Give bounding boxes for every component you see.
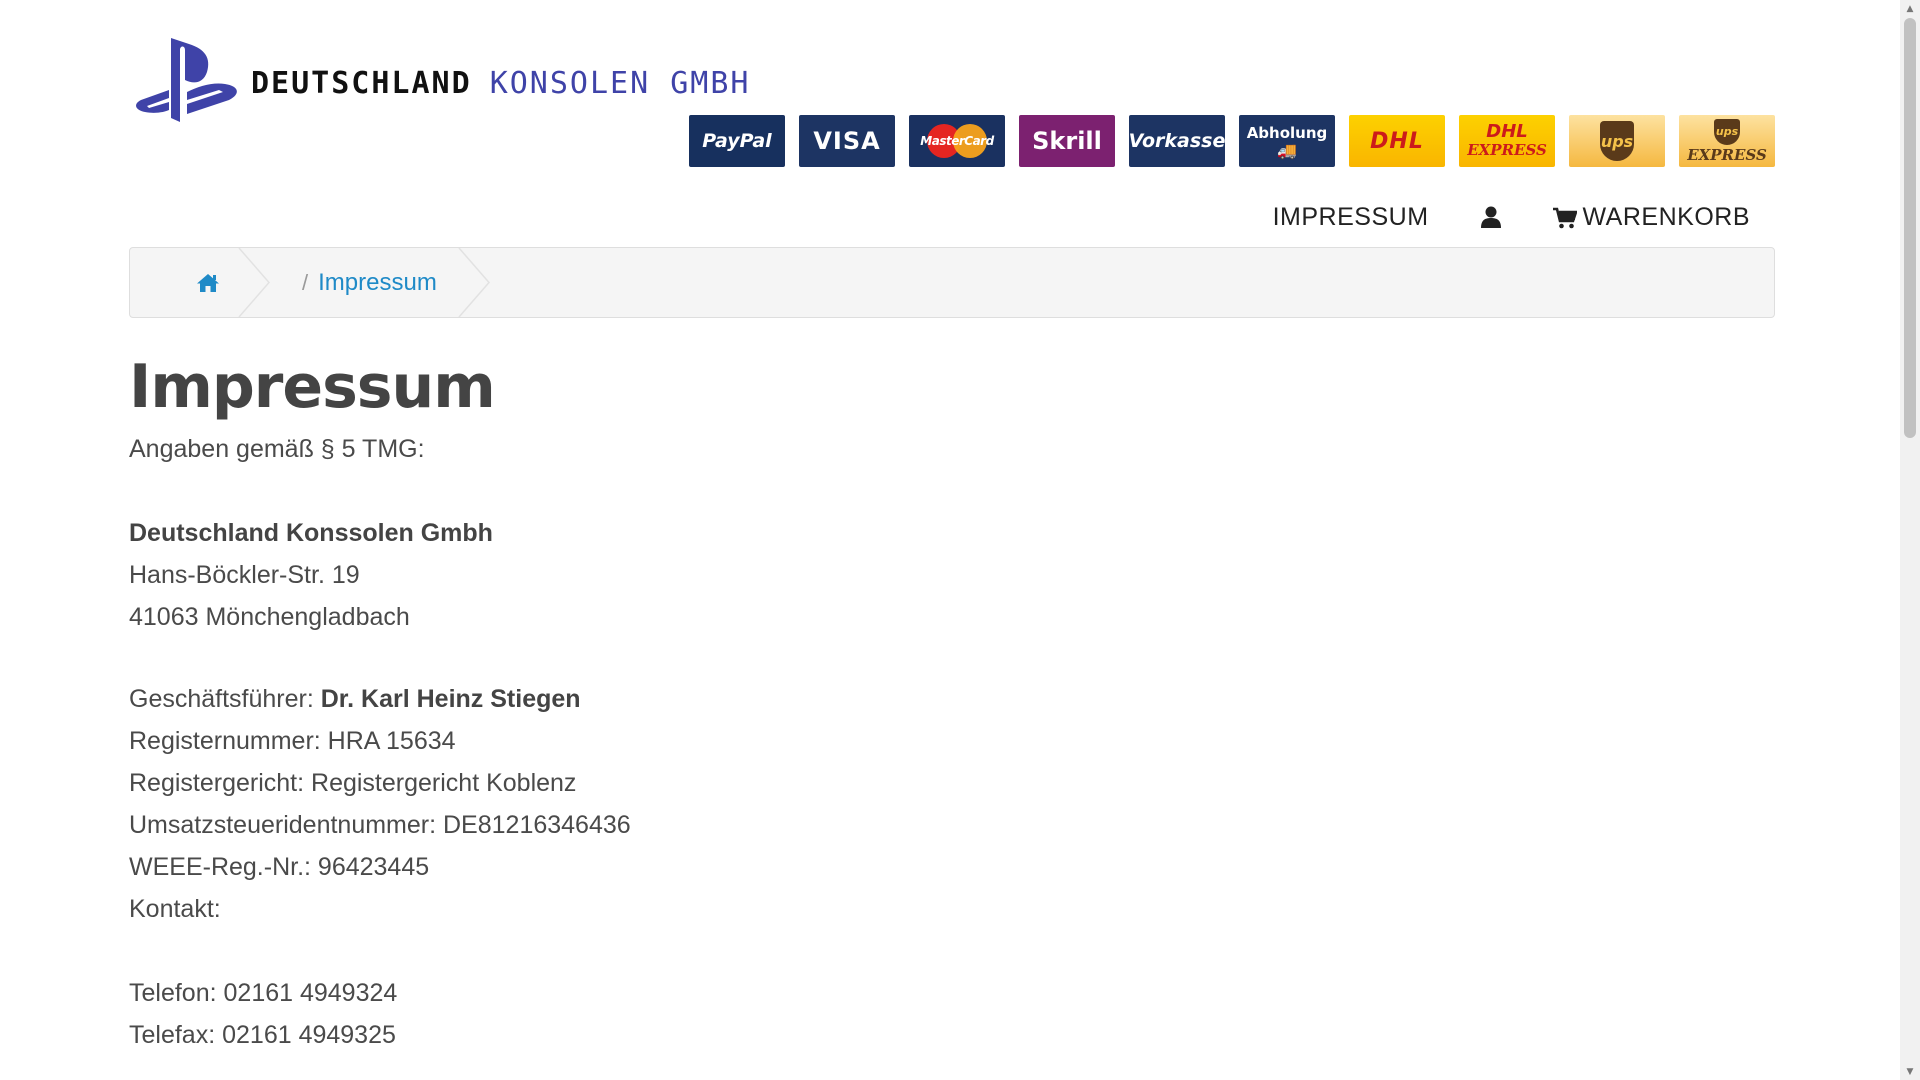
user-icon	[1480, 206, 1501, 228]
paypal-badge: PayPal	[689, 115, 785, 167]
cart-label: WARENKORB	[1582, 203, 1750, 231]
ceo-label: Geschäftsführer:	[129, 685, 321, 713]
city-address: 41063 Mönchengladbach	[129, 603, 410, 631]
page-title: Impressum	[129, 352, 496, 422]
home-icon	[197, 273, 219, 292]
skrill-badge: Skrill	[1019, 115, 1115, 167]
abholung-badge: Abholung 🚚	[1239, 115, 1335, 167]
ceo-name: Dr. Karl Heinz Stiegen	[320, 685, 581, 713]
cart-link[interactable]: WARENKORB	[1552, 203, 1750, 232]
dhl-label: DHL	[1370, 128, 1424, 154]
ups-express-label: ups	[1715, 125, 1739, 138]
company-name: Deutschland Konssolen Gmbh	[129, 519, 493, 547]
fax-number: Telefax: 02161 4949325	[129, 1021, 396, 1049]
vat-id: Umsatzsteueridentnummer: DE81216346436	[129, 811, 631, 839]
scroll-down-arrow-icon[interactable]: ▼	[1900, 1063, 1920, 1080]
cart-icon	[1552, 207, 1577, 228]
visa-label: VISA	[813, 127, 881, 155]
page-viewport: DEUTSCHLAND KONSOLEN GMBH PayPal VISA Mas…	[0, 0, 1900, 1080]
scrollbar-thumb[interactable]	[1904, 18, 1916, 438]
account-link[interactable]	[1480, 206, 1501, 229]
scroll-up-arrow-icon[interactable]: ▲	[1900, 0, 1920, 17]
dhl-express-badge: DHL EXPRESS	[1459, 115, 1555, 167]
weee-number: WEEE-Reg.-Nr.: 96423445	[129, 853, 430, 881]
logo-word-deutschland: DEUTSCHLAND	[251, 66, 472, 101]
playstation-logo-icon	[136, 38, 237, 122]
dhl-express-label: DHL	[1486, 121, 1528, 142]
breadcrumb-current[interactable]: Impressum	[318, 269, 437, 297]
vorkasse-badge: Vorkasse	[1129, 115, 1225, 167]
breadcrumb-separator: /	[302, 269, 309, 295]
breadcrumb: / Impressum	[129, 247, 1775, 318]
dhl-express-sub: EXPRESS	[1467, 141, 1547, 159]
register-number: Registernummer: HRA 15634	[129, 727, 456, 755]
mastercard-label: MasterCard	[920, 134, 994, 148]
nav-impressum-link[interactable]: IMPRESSUM	[1273, 203, 1429, 232]
ups-label: ups	[1600, 131, 1634, 151]
ups-shield-icon: ups	[1600, 121, 1634, 161]
contact-label: Kontakt:	[129, 895, 221, 923]
ups-express-badge: ups EXPRESS	[1679, 115, 1775, 167]
breadcrumb-home-link[interactable]	[130, 248, 240, 317]
skrill-label: Skrill	[1032, 127, 1102, 155]
street-address: Hans-Böckler-Str. 19	[129, 561, 360, 589]
ups-express-sub: EXPRESS	[1687, 146, 1767, 164]
abholung-label: Abholung	[1246, 124, 1328, 142]
site-logo[interactable]: DEUTSCHLAND KONSOLEN GMBH	[133, 36, 873, 126]
vorkasse-label: Vorkasse	[1129, 130, 1225, 152]
top-nav: IMPRESSUM WARENKORB	[1273, 203, 1750, 232]
mastercard-badge: MasterCard	[909, 115, 1005, 167]
phone-number: Telefon: 02161 4949324	[129, 979, 398, 1007]
ups-badge: ups	[1569, 115, 1665, 167]
intro-text: Angaben gemäß § 5 TMG:	[129, 435, 425, 463]
logo-wordmark: DEUTSCHLAND KONSOLEN GMBH	[251, 66, 751, 101]
breadcrumb-divider	[458, 248, 490, 317]
register-court: Registergericht: Registergericht Koblenz	[129, 769, 577, 797]
payment-methods: PayPal VISA MasterCard Skrill Vorkasse A…	[689, 115, 1775, 167]
impressum-content: Angaben gemäß § 5 TMG: Deutschland Konss…	[129, 428, 631, 1056]
visa-badge: VISA	[799, 115, 895, 167]
logo-word-konsolen: KONSOLEN GMBH	[489, 66, 751, 101]
truck-icon: 🚚	[1277, 141, 1297, 160]
dhl-badge: DHL	[1349, 115, 1445, 167]
paypal-label: PayPal	[702, 130, 772, 152]
page-scrollbar[interactable]: ▲ ▼	[1900, 0, 1920, 1080]
ups-shield-icon: ups	[1714, 119, 1740, 145]
breadcrumb-divider	[238, 248, 270, 317]
